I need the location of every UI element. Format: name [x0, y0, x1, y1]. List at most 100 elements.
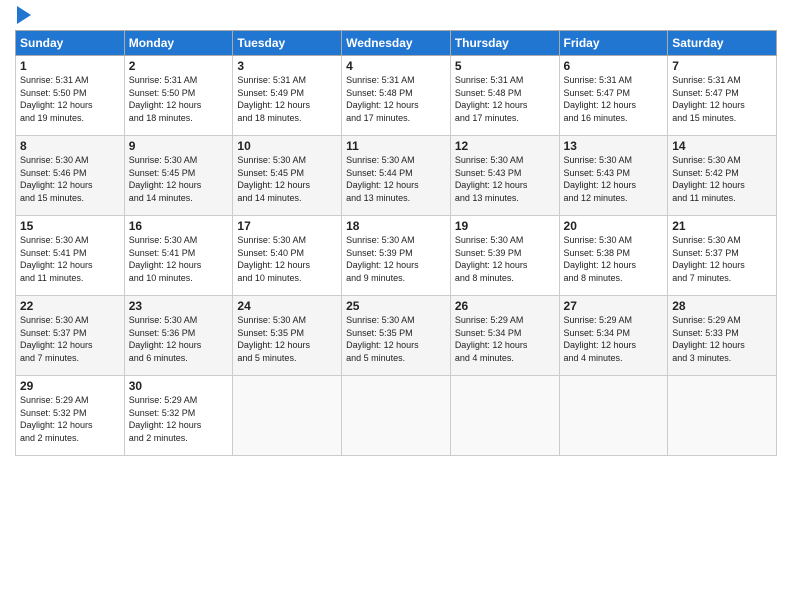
day-info: Sunrise: 5:30 AMSunset: 5:43 PMDaylight:… — [455, 154, 555, 204]
calendar-table: SundayMondayTuesdayWednesdayThursdayFrid… — [15, 30, 777, 456]
week-row-3: 15 Sunrise: 5:30 AMSunset: 5:41 PMDayligh… — [16, 216, 777, 296]
day-cell: 10Sunrise: 5:30 AMSunset: 5:45 PMDayligh… — [233, 136, 342, 216]
day-info: Sunrise: 5:30 AMSunset: 5:41 PMDaylight:… — [129, 234, 229, 284]
day-number: 9 — [129, 139, 229, 153]
day-cell: 7Sunrise: 5:31 AMSunset: 5:47 PMDaylight… — [668, 56, 777, 136]
day-number: 23 — [129, 299, 229, 313]
day-info: Sunrise: 5:30 AMSunset: 5:40 PMDaylight:… — [237, 234, 337, 284]
day-number: 10 — [237, 139, 337, 153]
day-cell: 5Sunrise: 5:31 AMSunset: 5:48 PMDaylight… — [450, 56, 559, 136]
weekday-monday: Monday — [124, 31, 233, 56]
day-info: Sunrise: 5:30 AMSunset: 5:38 PMDaylight:… — [564, 234, 664, 284]
day-info: Sunrise: 5:30 AMSunset: 5:45 PMDaylight:… — [129, 154, 229, 204]
day-info: Sunrise: 5:31 AMSunset: 5:47 PMDaylight:… — [672, 74, 772, 124]
day-number: 11 — [346, 139, 446, 153]
day-cell: 22Sunrise: 5:30 AMSunset: 5:37 PMDayligh… — [16, 296, 125, 376]
day-cell: 21Sunrise: 5:30 AMSunset: 5:37 PMDayligh… — [668, 216, 777, 296]
day-number: 3 — [237, 59, 337, 73]
day-number: 13 — [564, 139, 664, 153]
day-cell: 3Sunrise: 5:31 AMSunset: 5:49 PMDaylight… — [233, 56, 342, 136]
day-number: 2 — [129, 59, 229, 73]
day-cell: 26Sunrise: 5:29 AMSunset: 5:34 PMDayligh… — [450, 296, 559, 376]
day-cell: 8Sunrise: 5:30 AMSunset: 5:46 PMDaylight… — [16, 136, 125, 216]
day-cell — [668, 376, 777, 456]
week-row-4: 22Sunrise: 5:30 AMSunset: 5:37 PMDayligh… — [16, 296, 777, 376]
weekday-saturday: Saturday — [668, 31, 777, 56]
weekday-tuesday: Tuesday — [233, 31, 342, 56]
weekday-sunday: Sunday — [16, 31, 125, 56]
day-info: Sunrise: 5:30 AMSunset: 5:39 PMDaylight:… — [455, 234, 555, 284]
day-info: Sunrise: 5:29 AMSunset: 5:34 PMDaylight:… — [564, 314, 664, 364]
day-number: 17 — [237, 219, 337, 233]
day-info: Sunrise: 5:31 AMSunset: 5:50 PMDaylight:… — [20, 74, 120, 124]
day-number: 12 — [455, 139, 555, 153]
day-cell — [559, 376, 668, 456]
logo-flag-icon — [17, 6, 31, 24]
day-cell — [233, 376, 342, 456]
day-info: Sunrise: 5:30 AMSunset: 5:45 PMDaylight:… — [237, 154, 337, 204]
day-number: 22 — [20, 299, 120, 313]
day-info: Sunrise: 5:31 AMSunset: 5:49 PMDaylight:… — [237, 74, 337, 124]
day-number: 14 — [672, 139, 772, 153]
day-number: 5 — [455, 59, 555, 73]
day-cell: 16Sunrise: 5:30 AMSunset: 5:41 PMDayligh… — [124, 216, 233, 296]
day-info: Sunrise: 5:30 AMSunset: 5:37 PMDaylight:… — [672, 234, 772, 284]
day-number: 16 — [129, 219, 229, 233]
day-cell — [450, 376, 559, 456]
day-cell: 2Sunrise: 5:31 AMSunset: 5:50 PMDaylight… — [124, 56, 233, 136]
day-cell: 17Sunrise: 5:30 AMSunset: 5:40 PMDayligh… — [233, 216, 342, 296]
day-number: 4 — [346, 59, 446, 73]
week-row-2: 8Sunrise: 5:30 AMSunset: 5:46 PMDaylight… — [16, 136, 777, 216]
day-info: Sunrise: 5:29 AMSunset: 5:32 PMDaylight:… — [20, 394, 120, 444]
weekday-wednesday: Wednesday — [342, 31, 451, 56]
day-number: 6 — [564, 59, 664, 73]
day-cell: 13Sunrise: 5:30 AMSunset: 5:43 PMDayligh… — [559, 136, 668, 216]
week-row-5: 29Sunrise: 5:29 AMSunset: 5:32 PMDayligh… — [16, 376, 777, 456]
day-info: Sunrise: 5:31 AMSunset: 5:48 PMDaylight:… — [346, 74, 446, 124]
weekday-friday: Friday — [559, 31, 668, 56]
day-cell: 30Sunrise: 5:29 AMSunset: 5:32 PMDayligh… — [124, 376, 233, 456]
day-number: 26 — [455, 299, 555, 313]
day-cell: 15Sunrise: 5:30 AMSunset: 5:41 PMDayligh… — [16, 216, 125, 296]
day-info: Sunrise: 5:30 AMSunset: 5:35 PMDaylight:… — [237, 314, 337, 364]
day-cell: 24Sunrise: 5:30 AMSunset: 5:35 PMDayligh… — [233, 296, 342, 376]
day-info: Sunrise: 5:30 AMSunset: 5:39 PMDaylight:… — [346, 234, 446, 284]
day-info: Sunrise: 5:30 AMSunset: 5:35 PMDaylight:… — [346, 314, 446, 364]
day-info: Sunrise: 5:29 AMSunset: 5:33 PMDaylight:… — [672, 314, 772, 364]
day-cell: 12Sunrise: 5:30 AMSunset: 5:43 PMDayligh… — [450, 136, 559, 216]
logo — [15, 10, 31, 24]
day-info: Sunrise: 5:30 AMSunset: 5:44 PMDaylight:… — [346, 154, 446, 204]
day-cell: 20Sunrise: 5:30 AMSunset: 5:38 PMDayligh… — [559, 216, 668, 296]
day-cell: 9Sunrise: 5:30 AMSunset: 5:45 PMDaylight… — [124, 136, 233, 216]
day-cell: 28Sunrise: 5:29 AMSunset: 5:33 PMDayligh… — [668, 296, 777, 376]
day-number: 28 — [672, 299, 772, 313]
day-number: 1 — [20, 59, 120, 73]
day-cell: 1Sunrise: 5:31 AMSunset: 5:50 PMDaylight… — [16, 56, 125, 136]
day-number: 30 — [129, 379, 229, 393]
day-cell: 27Sunrise: 5:29 AMSunset: 5:34 PMDayligh… — [559, 296, 668, 376]
day-cell: 29Sunrise: 5:29 AMSunset: 5:32 PMDayligh… — [16, 376, 125, 456]
weekday-thursday: Thursday — [450, 31, 559, 56]
day-cell — [342, 376, 451, 456]
day-number: 7 — [672, 59, 772, 73]
day-number: 24 — [237, 299, 337, 313]
day-cell: 19Sunrise: 5:30 AMSunset: 5:39 PMDayligh… — [450, 216, 559, 296]
day-number: 15 — [20, 219, 120, 233]
page: SundayMondayTuesdayWednesdayThursdayFrid… — [0, 0, 792, 612]
day-number: 19 — [455, 219, 555, 233]
day-cell: 25Sunrise: 5:30 AMSunset: 5:35 PMDayligh… — [342, 296, 451, 376]
day-number: 20 — [564, 219, 664, 233]
day-cell: 6Sunrise: 5:31 AMSunset: 5:47 PMDaylight… — [559, 56, 668, 136]
day-info: Sunrise: 5:31 AMSunset: 5:48 PMDaylight:… — [455, 74, 555, 124]
day-info: Sunrise: 5:31 AMSunset: 5:50 PMDaylight:… — [129, 74, 229, 124]
header — [15, 10, 777, 24]
day-number: 25 — [346, 299, 446, 313]
day-info: Sunrise: 5:30 AMSunset: 5:37 PMDaylight:… — [20, 314, 120, 364]
day-cell: 18Sunrise: 5:30 AMSunset: 5:39 PMDayligh… — [342, 216, 451, 296]
day-number: 8 — [20, 139, 120, 153]
day-info: Sunrise: 5:31 AMSunset: 5:47 PMDaylight:… — [564, 74, 664, 124]
day-info: Sunrise: 5:30 AMSunset: 5:46 PMDaylight:… — [20, 154, 120, 204]
day-cell: 23Sunrise: 5:30 AMSunset: 5:36 PMDayligh… — [124, 296, 233, 376]
day-info: Sunrise: 5:29 AMSunset: 5:32 PMDaylight:… — [129, 394, 229, 444]
day-info: Sunrise: 5:29 AMSunset: 5:34 PMDaylight:… — [455, 314, 555, 364]
